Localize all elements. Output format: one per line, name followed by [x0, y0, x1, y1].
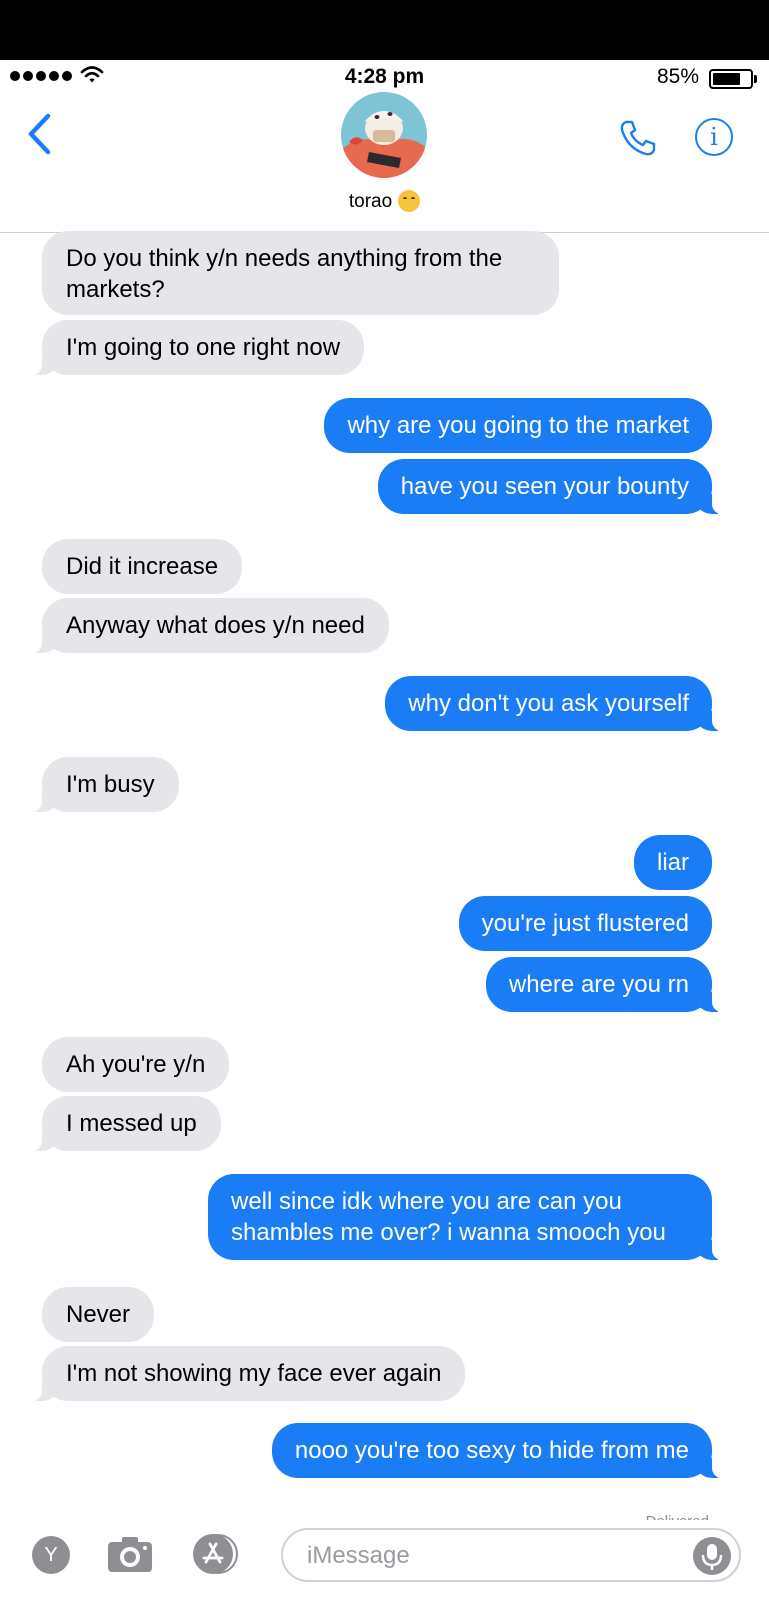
app-store-icon[interactable] — [193, 1534, 233, 1574]
camera-icon[interactable] — [106, 1534, 154, 1574]
contact-avatar[interactable] — [341, 92, 427, 178]
battery-icon — [709, 69, 757, 89]
status-bar: 4:28 pm 85% — [0, 60, 769, 92]
incoming-message-bubble[interactable]: Ah you're y/n — [42, 1037, 230, 1092]
imessage-placeholder: iMessage — [307, 1542, 410, 1569]
outgoing-message-bubble[interactable]: nooo you're too sexy to hide from me — [271, 1423, 727, 1478]
outgoing-message-bubble[interactable]: well since idk where you are can you sha… — [208, 1174, 726, 1260]
delivered-receipt: Delivered — [646, 1512, 709, 1520]
outgoing-message-bubble[interactable]: why don't you ask yourself — [385, 676, 726, 731]
incoming-message-bubble[interactable]: I'm going to one right now — [27, 320, 365, 375]
phone-call-icon[interactable] — [618, 118, 658, 158]
outgoing-message-bubble[interactable]: have you seen your bounty — [377, 459, 727, 514]
info-icon[interactable]: i — [695, 118, 733, 156]
incoming-message-bubble[interactable]: Never — [42, 1287, 155, 1342]
outgoing-message-bubble[interactable]: where are you rn — [485, 957, 727, 1012]
incoming-message-bubble[interactable]: I'm busy — [28, 757, 179, 812]
microphone-icon[interactable] — [693, 1537, 731, 1575]
imessage-text-field[interactable]: iMessage — [281, 1528, 741, 1582]
status-time: 4:28 pm — [344, 65, 425, 88]
message-input-bar: Y iMessage — [0, 1520, 769, 1600]
contact-name[interactable]: torao — [0, 190, 769, 213]
incoming-message-bubble[interactable]: Do you think y/n needs anything from the… — [42, 231, 559, 315]
incoming-message-bubble[interactable]: I messed up — [28, 1096, 221, 1151]
conversation-header: torao i — [0, 92, 769, 233]
incoming-message-bubble[interactable]: Anyway what does y/n need — [28, 598, 389, 653]
incoming-message-bubble[interactable]: Did it increase — [42, 539, 243, 594]
app-drawer-button[interactable]: Y — [32, 1536, 70, 1574]
incoming-message-bubble[interactable]: I'm not showing my face ever again — [27, 1346, 466, 1401]
outgoing-message-bubble[interactable]: why are you going to the market — [324, 398, 712, 453]
blush-smile-emoji-icon — [398, 190, 421, 212]
outgoing-message-bubble[interactable]: you're just flustered — [458, 896, 712, 951]
outgoing-message-bubble[interactable]: liar — [633, 835, 712, 890]
top-black-bar — [0, 0, 769, 60]
back-chevron-icon[interactable] — [26, 112, 52, 156]
battery-percentage: 85% — [656, 65, 699, 88]
